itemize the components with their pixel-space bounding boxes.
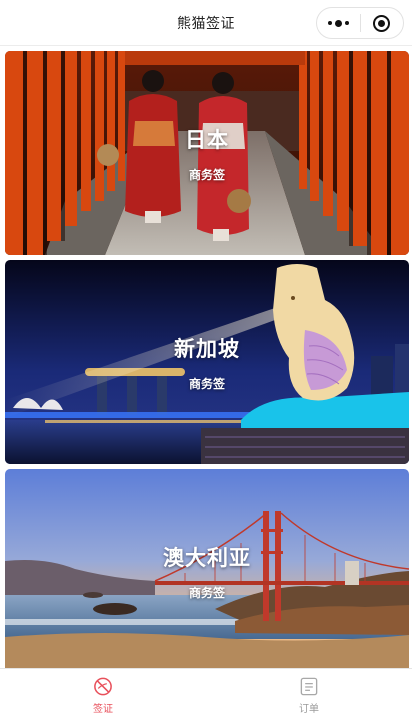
page-title: 熊猫签证 [177, 15, 235, 32]
card-caption: 日本 商务签 [5, 51, 409, 255]
order-list-icon [300, 677, 318, 696]
navbar: 熊猫签证 [0, 0, 412, 46]
tab-label: 签证 [93, 704, 113, 715]
visa-card-list: 日本 商务签 新加坡 商务签 澳大利亚 商务签 [5, 51, 409, 678]
mini-program-capsule [316, 7, 404, 39]
country-name: 澳大利亚 [163, 545, 251, 570]
country-name: 日本 [185, 127, 229, 152]
more-button[interactable] [317, 8, 360, 38]
visa-type-label: 商务签 [188, 167, 225, 182]
visa-type-label: 商务签 [188, 376, 225, 391]
country-name: 新加坡 [174, 336, 240, 361]
card-caption: 澳大利亚 商务签 [5, 469, 409, 673]
visa-card-japan[interactable]: 日本 商务签 [5, 51, 409, 255]
visa-slash-icon [94, 677, 112, 696]
visa-card-australia[interactable]: 澳大利亚 商务签 [5, 469, 409, 673]
visa-type-label: 商务签 [188, 585, 225, 600]
target-circle-icon [373, 14, 391, 32]
tab-label: 订单 [299, 704, 319, 715]
close-button[interactable] [360, 8, 403, 38]
card-caption: 新加坡 商务签 [5, 260, 409, 464]
tab-visa[interactable]: 签证 [0, 669, 206, 715]
bottom-tab-bar: 签证 订单 [0, 668, 412, 715]
tab-orders[interactable]: 订单 [206, 669, 412, 715]
more-dots-icon [327, 19, 349, 27]
visa-card-singapore[interactable]: 新加坡 商务签 [5, 260, 409, 464]
